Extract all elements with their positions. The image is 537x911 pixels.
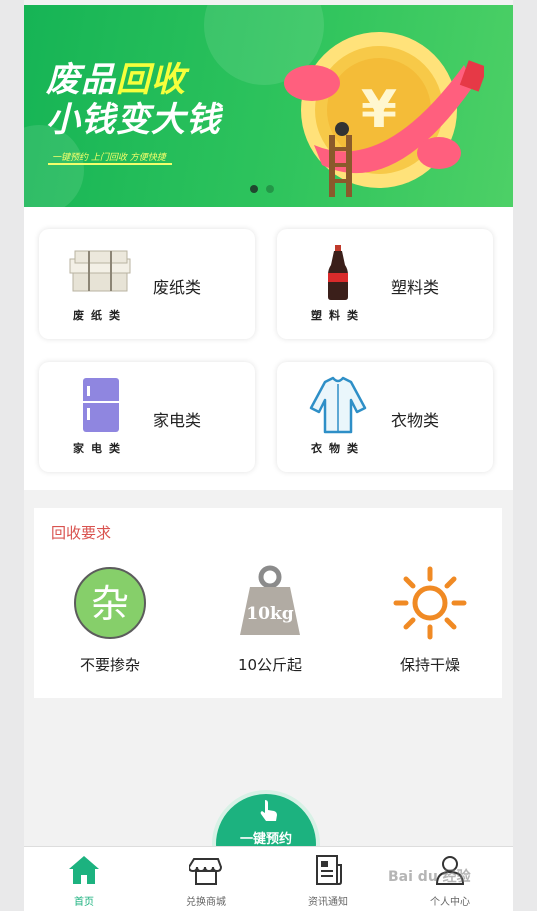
- tab-store[interactable]: 兑换商城: [161, 853, 251, 908]
- cola-bottle-icon: [328, 245, 348, 300]
- category-small-label: 废纸类: [73, 309, 127, 322]
- promo-banner[interactable]: 废品回收 小钱变大钱 一键预约 上门回收 方便快捷 ¥: [24, 5, 513, 207]
- fridge-icon: [83, 378, 119, 432]
- category-label: 家电类: [153, 411, 202, 430]
- requirements-section: 回收要求 杂 不要掺杂 10kg 10公斤起 保持干燥: [34, 508, 502, 698]
- watermark: Bai du 经验: [388, 869, 471, 885]
- category-card-clothing[interactable]: 衣物类 衣物类: [277, 362, 493, 472]
- category-small-label: 塑料类: [311, 309, 365, 322]
- coin-symbol: ¥: [361, 80, 397, 140]
- category-card-plastic[interactable]: 塑料类 塑料类: [277, 229, 493, 339]
- reserve-label: 一键预约: [239, 832, 292, 847]
- tap-hand-icon: [260, 800, 277, 821]
- mixed-badge-icon: 杂: [74, 567, 146, 639]
- coin-illustration: ¥: [284, 32, 484, 197]
- tab-label: 兑换商城: [186, 897, 226, 908]
- tab-home[interactable]: 首页: [39, 853, 129, 908]
- carousel-indicator[interactable]: [250, 185, 274, 193]
- paper-bundle-icon: [69, 250, 131, 292]
- requirement-label: 不要掺杂: [79, 656, 140, 674]
- category-label: 塑料类: [391, 278, 440, 297]
- banner-title: 废品回收 小钱变大钱: [46, 60, 221, 140]
- tab-label: 首页: [74, 897, 94, 908]
- banner-subtitle: 一键预约 上门回收 方便快捷: [48, 151, 172, 165]
- category-label: 衣物类: [391, 411, 440, 430]
- requirements-title: 回收要求: [51, 524, 112, 542]
- shirt-icon: [309, 376, 367, 434]
- svg-text:10kg: 10kg: [246, 604, 293, 624]
- category-label: 废纸类: [153, 278, 202, 297]
- home-icon: [69, 856, 99, 884]
- app-screen: 废品回收 小钱变大钱 一键预约 上门回收 方便快捷 ¥ 废纸类 废纸类 塑料类 …: [24, 0, 513, 911]
- requirement-label: 10公斤起: [237, 656, 303, 674]
- category-small-label: 家电类: [73, 442, 127, 455]
- requirement-label: 保持干燥: [399, 656, 460, 674]
- tab-label: 资讯通知: [308, 897, 348, 908]
- carousel-dot-active[interactable]: [250, 185, 258, 193]
- sun-icon: [393, 566, 467, 640]
- carousel-dot[interactable]: [266, 185, 274, 193]
- category-card-appliance[interactable]: 家电类 家电类: [39, 362, 255, 472]
- requirement-no-mixing: 杂 不要掺杂: [55, 563, 165, 675]
- store-icon: [187, 858, 223, 885]
- category-card-paper[interactable]: 废纸类 废纸类: [39, 229, 255, 339]
- category-small-label: 衣物类: [311, 442, 365, 455]
- svg-text:杂: 杂: [91, 582, 129, 626]
- tab-news[interactable]: 资讯通知: [283, 853, 373, 908]
- requirement-keep-dry: 保持干燥: [375, 563, 485, 675]
- category-grid: 废纸类 废纸类 塑料类 塑料类 家电类 家电类 衣物类 衣物类: [24, 207, 513, 490]
- news-icon: [316, 855, 342, 885]
- weight-icon: 10kg: [240, 565, 300, 635]
- requirement-min-weight: 10kg 10公斤起: [215, 563, 325, 675]
- tab-label: 个人中心: [430, 897, 470, 908]
